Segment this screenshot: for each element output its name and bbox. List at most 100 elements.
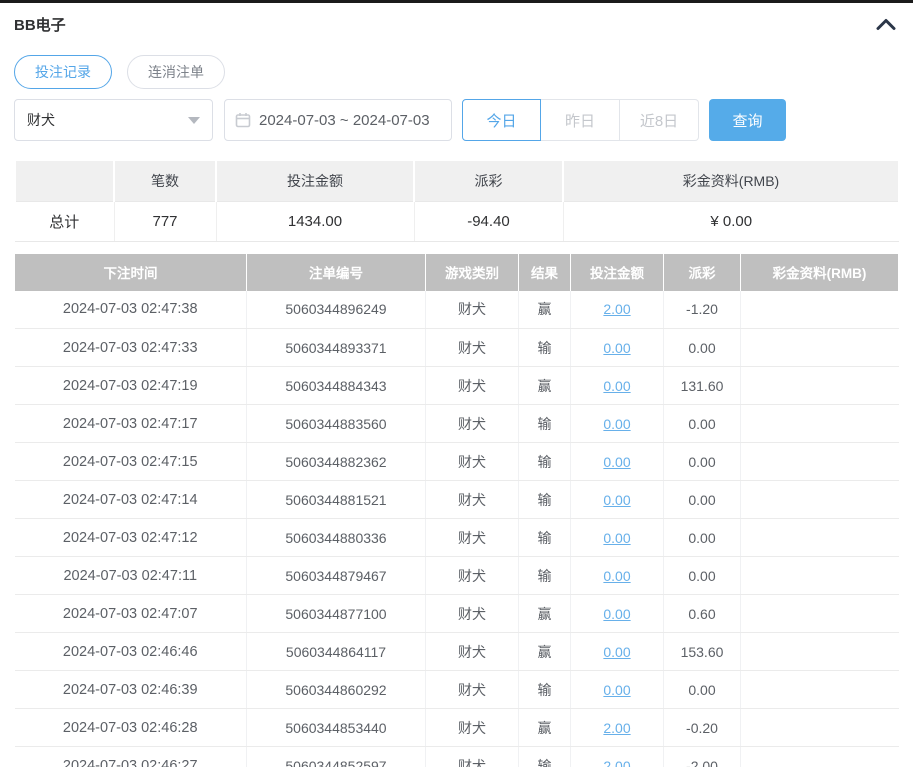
bet-time: 2024-07-03 02:47:07	[14, 594, 247, 633]
today-button[interactable]: 今日	[462, 99, 541, 141]
payout-value: 153.60	[663, 632, 741, 671]
bet-col-header: 游戏类别	[425, 253, 519, 291]
summary-col-header: 投注金额	[215, 161, 415, 202]
bet-amount-link[interactable]: 0.00	[603, 606, 630, 622]
date-range-input[interactable]: 2024-07-03 ~ 2024-07-03	[224, 99, 452, 141]
bet-amount-link[interactable]: 0.00	[603, 568, 630, 584]
bet-amount-link[interactable]: 0.00	[603, 530, 630, 546]
bonus-value	[740, 366, 899, 405]
game-select[interactable]: 财犬	[14, 99, 213, 141]
table-row: 2024-07-03 02:47:07 5060344877100 财犬赢 0.00 0…	[14, 594, 899, 633]
bonus-value	[740, 556, 899, 595]
yesterday-button[interactable]: 昨日	[541, 99, 620, 141]
last-8-days-button[interactable]: 近8日	[620, 99, 699, 141]
summary-col-header: 彩金资料(RMB)	[562, 161, 900, 202]
bet-result: 赢	[518, 708, 571, 747]
bet-amount-cell: 0.00	[570, 328, 664, 367]
bet-result: 输	[518, 556, 571, 595]
page-title: BB电子	[14, 16, 66, 34]
game-category: 财犬	[425, 708, 519, 747]
search-button[interactable]: 查询	[709, 99, 786, 141]
bet-col-header: 下注时间	[14, 253, 247, 291]
payout-value: 131.60	[663, 366, 741, 405]
table-row: 2024-07-03 02:46:46 5060344864117 财犬赢 0.00 1…	[14, 632, 899, 671]
order-number: 5060344896249	[246, 290, 426, 329]
tab-bet-records[interactable]: 投注记录	[14, 55, 112, 89]
summary-bet-amount: 1434.00	[216, 201, 415, 242]
table-row: 2024-07-03 02:47:19 5060344884343 财犬赢 0.00 1…	[14, 366, 899, 405]
bet-col-header: 注单编号	[246, 253, 426, 291]
bet-result: 输	[518, 442, 571, 481]
table-row: 2024-07-03 02:47:17 5060344883560 财犬输 0.00 0…	[14, 404, 899, 443]
bonus-value	[740, 290, 899, 329]
bet-amount-cell: 0.00	[570, 480, 664, 519]
bet-amount-link[interactable]: 0.00	[603, 644, 630, 660]
bet-amount-link[interactable]: 0.00	[603, 378, 630, 394]
payout-value: 0.00	[663, 404, 741, 443]
order-number: 5060344852597	[246, 746, 426, 767]
bet-time: 2024-07-03 02:47:38	[14, 290, 247, 329]
summary-total-label: 总计	[15, 201, 115, 242]
bet-amount-cell: 0.00	[570, 442, 664, 481]
table-row: 2024-07-03 02:46:27 5060344852597 财犬输 2.00 -…	[14, 746, 899, 767]
game-category: 财犬	[425, 366, 519, 405]
game-category: 财犬	[425, 746, 519, 767]
bet-amount-link[interactable]: 2.00	[603, 758, 630, 767]
payout-value: 0.00	[663, 328, 741, 367]
order-number: 5060344853440	[246, 708, 426, 747]
caret-down-icon	[188, 116, 200, 124]
game-category: 财犬	[425, 632, 519, 671]
bet-result: 输	[518, 404, 571, 443]
collapse-button[interactable]	[875, 17, 899, 31]
bet-col-header: 彩金资料(RMB)	[740, 253, 899, 291]
game-category: 财犬	[425, 594, 519, 633]
bet-amount-link[interactable]: 0.00	[603, 340, 630, 356]
order-number: 5060344884343	[246, 366, 426, 405]
payout-value: 0.00	[663, 556, 741, 595]
bet-result: 输	[518, 518, 571, 557]
game-category: 财犬	[425, 556, 519, 595]
payout-value: -0.20	[663, 708, 741, 747]
tab-cancelled-orders[interactable]: 连消注单	[127, 55, 225, 89]
game-category: 财犬	[425, 442, 519, 481]
bonus-value	[740, 670, 899, 709]
bet-result: 输	[518, 328, 571, 367]
summary-table: 笔数 投注金额 派彩 彩金资料(RMB) 总计 777 1434.00 -94.40 ¥ 0.…	[14, 161, 900, 242]
bet-table-body: 2024-07-03 02:47:38 5060344896249 财犬赢 2.00-…	[14, 290, 899, 767]
bet-amount-link[interactable]: 2.00	[603, 720, 630, 736]
summary-payout: -94.40	[414, 201, 564, 242]
bet-amount-link[interactable]: 0.00	[603, 416, 630, 432]
bet-amount-cell: 0.00	[570, 556, 664, 595]
bet-amount-link[interactable]: 0.00	[603, 454, 630, 470]
summary-count: 777	[114, 201, 217, 242]
bet-time: 2024-07-03 02:46:39	[14, 670, 247, 709]
bet-time: 2024-07-03 02:47:15	[14, 442, 247, 481]
bet-amount-cell: 0.00	[570, 366, 664, 405]
payout-value: -2.00	[663, 746, 741, 767]
bet-amount-cell: 0.00	[570, 670, 664, 709]
calendar-icon	[235, 112, 251, 128]
summary-bonus: ¥ 0.00	[563, 201, 899, 242]
bonus-value	[740, 518, 899, 557]
bet-records-panel: BB电子 投注记录 连消注单 财犬 2024-07-03 ~ 2024-07-0…	[0, 12, 913, 767]
bet-time: 2024-07-03 02:47:17	[14, 404, 247, 443]
order-number: 5060344882362	[246, 442, 426, 481]
bet-time: 2024-07-03 02:46:27	[14, 746, 247, 767]
bet-result: 赢	[518, 632, 571, 671]
payout-value: 0.00	[663, 442, 741, 481]
bet-time: 2024-07-03 02:47:33	[14, 328, 247, 367]
top-divider-bar	[0, 0, 913, 3]
bet-amount-cell: 2.00	[570, 708, 664, 747]
order-number: 5060344864117	[246, 632, 426, 671]
bet-col-header: 派彩	[663, 253, 741, 291]
bet-amount-link[interactable]: 2.00	[603, 301, 630, 317]
bet-amount-link[interactable]: 0.00	[603, 682, 630, 698]
quick-date-buttons: 今日 昨日 近8日	[462, 99, 699, 141]
bet-amount-link[interactable]: 0.00	[603, 492, 630, 508]
table-row: 2024-07-03 02:46:28 5060344853440 财犬赢 2.00 -…	[14, 708, 899, 747]
bet-col-header: 结果	[518, 253, 571, 291]
bet-time: 2024-07-03 02:46:28	[14, 708, 247, 747]
summary-col-header	[14, 161, 115, 202]
game-category: 财犬	[425, 404, 519, 443]
game-select-value: 财犬	[27, 112, 55, 128]
